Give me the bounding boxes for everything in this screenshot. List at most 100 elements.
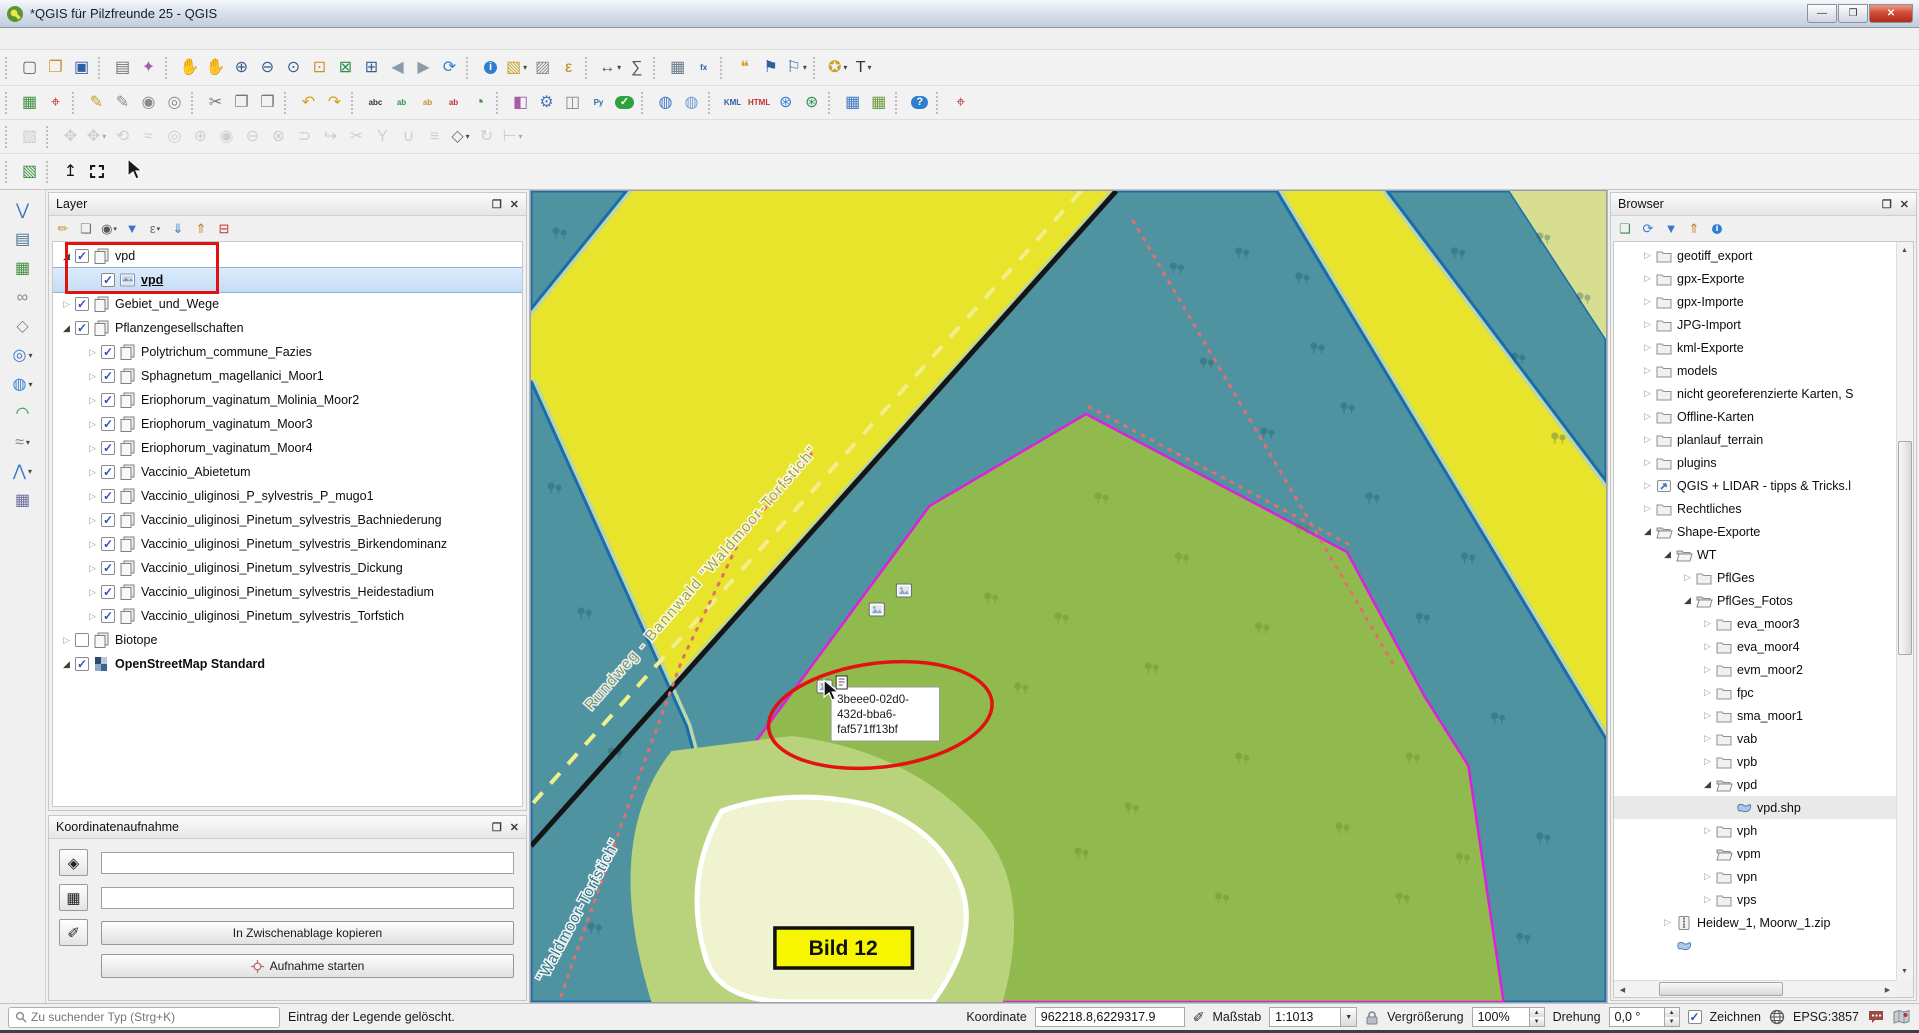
- split-features-icon[interactable]: ✂: [344, 124, 369, 149]
- save-edits-icon[interactable]: ✎: [110, 90, 135, 115]
- scroll-right-icon[interactable]: ▶: [1879, 981, 1896, 998]
- layer-row[interactable]: ▷ ✓ Vaccinio_uliginosi_Pinetum_sylvestri…: [53, 556, 522, 580]
- browser-row[interactable]: ▷ Heidew_1, Moorw_1.zip: [1614, 911, 1896, 934]
- mesh-tools-icon[interactable]: ▦: [10, 256, 35, 281]
- layer-checkbox[interactable]: ✓: [101, 345, 115, 359]
- expander-icon[interactable]: ▷: [1640, 250, 1655, 261]
- track-extent-icon[interactable]: ✐: [1193, 1009, 1205, 1026]
- close-panel-icon[interactable]: ✕: [510, 821, 519, 834]
- expander-icon[interactable]: ▷: [1640, 273, 1655, 284]
- dropdown-arrow-icon[interactable]: ▾: [523, 63, 527, 72]
- web-export-icon[interactable]: ⊛: [773, 90, 798, 115]
- layer-checkbox[interactable]: ✓: [101, 441, 115, 455]
- magnifier-input[interactable]: [1472, 1007, 1530, 1027]
- add-group-icon[interactable]: ❏: [76, 219, 96, 239]
- dropdown-arrow-icon[interactable]: ▾: [157, 225, 161, 233]
- refresh-map-icon[interactable]: ⟳: [437, 55, 462, 80]
- redo-icon[interactable]: ↷: [322, 90, 347, 115]
- select-by-expression-icon[interactable]: ε: [556, 55, 581, 80]
- browser-row[interactable]: ▷ vph: [1614, 819, 1896, 842]
- dropdown-arrow-icon[interactable]: ▾: [28, 351, 32, 360]
- layer-styling-icon[interactable]: ◧: [508, 90, 533, 115]
- browser-horizontal-scrollbar[interactable]: ◀ ▶: [1614, 980, 1896, 997]
- dropdown-arrow-icon[interactable]: ▾: [113, 225, 117, 233]
- map-canvas[interactable]: Rundweg - Bannwald "Waldmoor-Torfstich" …: [530, 190, 1607, 1003]
- browser-row[interactable]: ▷ nicht georeferenzierte Karten, S: [1614, 382, 1896, 405]
- filter-legend-icon[interactable]: ▼: [122, 219, 142, 239]
- browser-row[interactable]: ▷ geotiff_export: [1614, 244, 1896, 267]
- new-project-icon[interactable]: ▢: [17, 55, 42, 80]
- expander-icon[interactable]: ▷: [1640, 480, 1655, 491]
- spin-up-icon[interactable]: ▲: [1530, 1008, 1544, 1017]
- chart-tools-icon[interactable]: ≈▾: [10, 430, 35, 455]
- merge-features-icon[interactable]: ∪: [396, 124, 421, 149]
- browser-row[interactable]: ▷ vps: [1614, 888, 1896, 911]
- dropdown-arrow-icon[interactable]: ▾: [843, 63, 847, 72]
- model-designer-icon[interactable]: ◫: [560, 90, 585, 115]
- browser-row[interactable]: ▷ evm_moor2: [1614, 658, 1896, 681]
- expander-icon[interactable]: ▷: [1700, 825, 1715, 836]
- menu-item[interactable]: [60, 37, 78, 41]
- layer-checkbox[interactable]: ✓: [101, 417, 115, 431]
- dropdown-arrow-icon[interactable]: ▾: [803, 63, 807, 72]
- expander-icon[interactable]: ▷: [1640, 296, 1655, 307]
- paste-features-icon[interactable]: ❒: [255, 90, 280, 115]
- style-manager-icon[interactable]: ✦: [136, 55, 161, 80]
- text-annotation-icon[interactable]: T▾: [851, 55, 876, 80]
- zoom-full-icon[interactable]: ⊡: [307, 55, 332, 80]
- browser-row[interactable]: ▷ vpb: [1614, 750, 1896, 773]
- expander-icon[interactable]: ▷: [1640, 457, 1655, 468]
- expander-icon[interactable]: ▷: [1640, 342, 1655, 353]
- layer-row[interactable]: ✓ vpd: [53, 268, 522, 292]
- browser-row[interactable]: vpd.shp: [1614, 796, 1896, 819]
- browser-row[interactable]: ▷ vab: [1614, 727, 1896, 750]
- float-panel-icon[interactable]: ❐: [1882, 198, 1892, 211]
- scroll-left-icon[interactable]: ◀: [1614, 981, 1631, 998]
- expander-icon[interactable]: ▷: [85, 419, 100, 430]
- menu-item[interactable]: [114, 37, 132, 41]
- add-polygon-icon[interactable]: ◉: [136, 90, 161, 115]
- offset-curve-icon[interactable]: ⊃: [292, 124, 317, 149]
- db-query-icon[interactable]: ◍: [679, 90, 704, 115]
- dropdown-arrow-icon[interactable]: ▾: [102, 132, 106, 141]
- collapse-browser-icon[interactable]: ⇑: [1684, 219, 1704, 239]
- chevron-down-icon[interactable]: ▼: [1341, 1007, 1357, 1027]
- expander-icon[interactable]: ▷: [85, 563, 100, 574]
- dropdown-arrow-icon[interactable]: ▾: [466, 132, 470, 141]
- new-annotation-icon[interactable]: ✪▾: [825, 55, 850, 80]
- grid-import-icon[interactable]: ▦: [866, 90, 891, 115]
- browser-row[interactable]: vpm: [1614, 842, 1896, 865]
- expander-icon[interactable]: ▷: [85, 443, 100, 454]
- dropdown-arrow-icon[interactable]: ▾: [518, 132, 522, 141]
- expander-icon[interactable]: ◢: [1700, 779, 1715, 790]
- rotate-vertices-icon[interactable]: ↻: [474, 124, 499, 149]
- expander-icon[interactable]: ▷: [1640, 434, 1655, 445]
- menu-item[interactable]: [24, 37, 42, 41]
- vector-select-tools-icon[interactable]: ⋀▾: [10, 459, 35, 484]
- cut-features-icon[interactable]: ✂: [203, 90, 228, 115]
- expander-icon[interactable]: ◢: [1640, 526, 1655, 537]
- layer-row[interactable]: ▷ ✓ Vaccinio_uliginosi_P_sylvestris_P_mu…: [53, 484, 522, 508]
- grid-coords-button[interactable]: ▦: [59, 884, 88, 911]
- locator-search[interactable]: [8, 1007, 280, 1028]
- expander-icon[interactable]: ▷: [1640, 365, 1655, 376]
- zoom-native-icon[interactable]: ⊙: [281, 55, 306, 80]
- expander-icon[interactable]: ▷: [1700, 756, 1715, 767]
- help-contents-icon[interactable]: ?: [907, 90, 932, 115]
- browser-row[interactable]: ◢ vpd: [1614, 773, 1896, 796]
- select-tool-icon[interactable]: ▧: [17, 124, 42, 149]
- pan-to-selection-icon[interactable]: ✋: [203, 55, 228, 80]
- track-mouse-button[interactable]: ✐: [59, 919, 88, 946]
- browser-row[interactable]: ▷ gpx-Exporte: [1614, 267, 1896, 290]
- plugin-ok-icon[interactable]: ✓: [612, 90, 637, 115]
- field-calculator-icon[interactable]: fx: [691, 55, 716, 80]
- geometry-tools-icon[interactable]: ◇: [10, 314, 35, 339]
- delete-part-icon[interactable]: ⊗: [266, 124, 291, 149]
- save-project-icon[interactable]: ▣: [69, 55, 94, 80]
- toggle-editing-icon[interactable]: ✎: [84, 90, 109, 115]
- dropdown-arrow-icon[interactable]: ▾: [28, 380, 32, 389]
- diagram-icon[interactable]: ◔: [467, 90, 492, 115]
- python-console-icon[interactable]: Py: [586, 90, 611, 115]
- gps-tools-icon[interactable]: ⌖: [43, 90, 68, 115]
- zoom-last-icon[interactable]: ◀: [385, 55, 410, 80]
